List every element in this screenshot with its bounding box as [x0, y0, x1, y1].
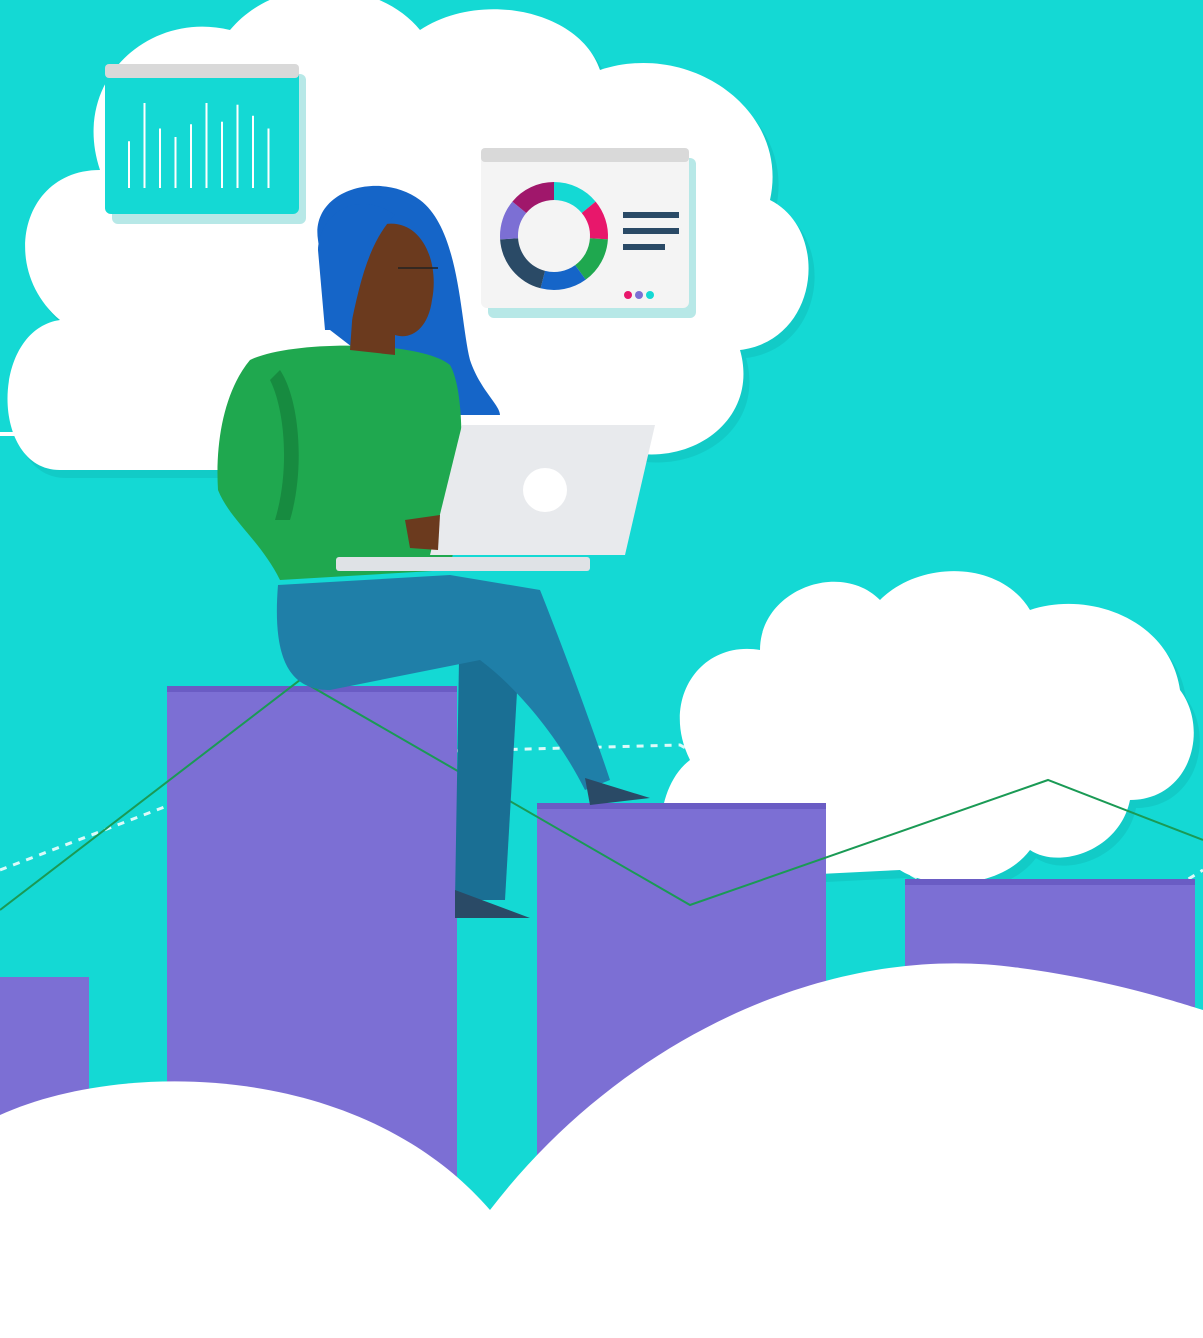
mini-bar: [159, 128, 161, 188]
legend-dots: [624, 291, 654, 299]
mini-bar: [174, 137, 177, 188]
mini-bar: [128, 141, 130, 188]
scene-svg: [0, 0, 1203, 1338]
mini-bar: [205, 103, 208, 188]
legend-dot: [635, 291, 643, 299]
illustration-scene: [0, 0, 1203, 1338]
text-line-2: [623, 228, 679, 234]
accent-line: [0, 432, 57, 436]
text-line-3: [623, 244, 665, 250]
mini-bar: [190, 124, 192, 188]
mini-bar: [252, 115, 254, 188]
donut-chart-window: [481, 148, 696, 318]
legend-dot: [624, 291, 632, 299]
bar-chart-window: [105, 64, 306, 224]
laptop-logo: [523, 468, 567, 512]
laptop-base: [336, 557, 590, 571]
mini-bar: [143, 103, 146, 188]
legend-dot: [646, 291, 654, 299]
mini-bar: [221, 121, 223, 188]
mini-bar: [236, 104, 239, 188]
text-line-1: [623, 212, 679, 218]
mini-bar: [267, 128, 270, 188]
